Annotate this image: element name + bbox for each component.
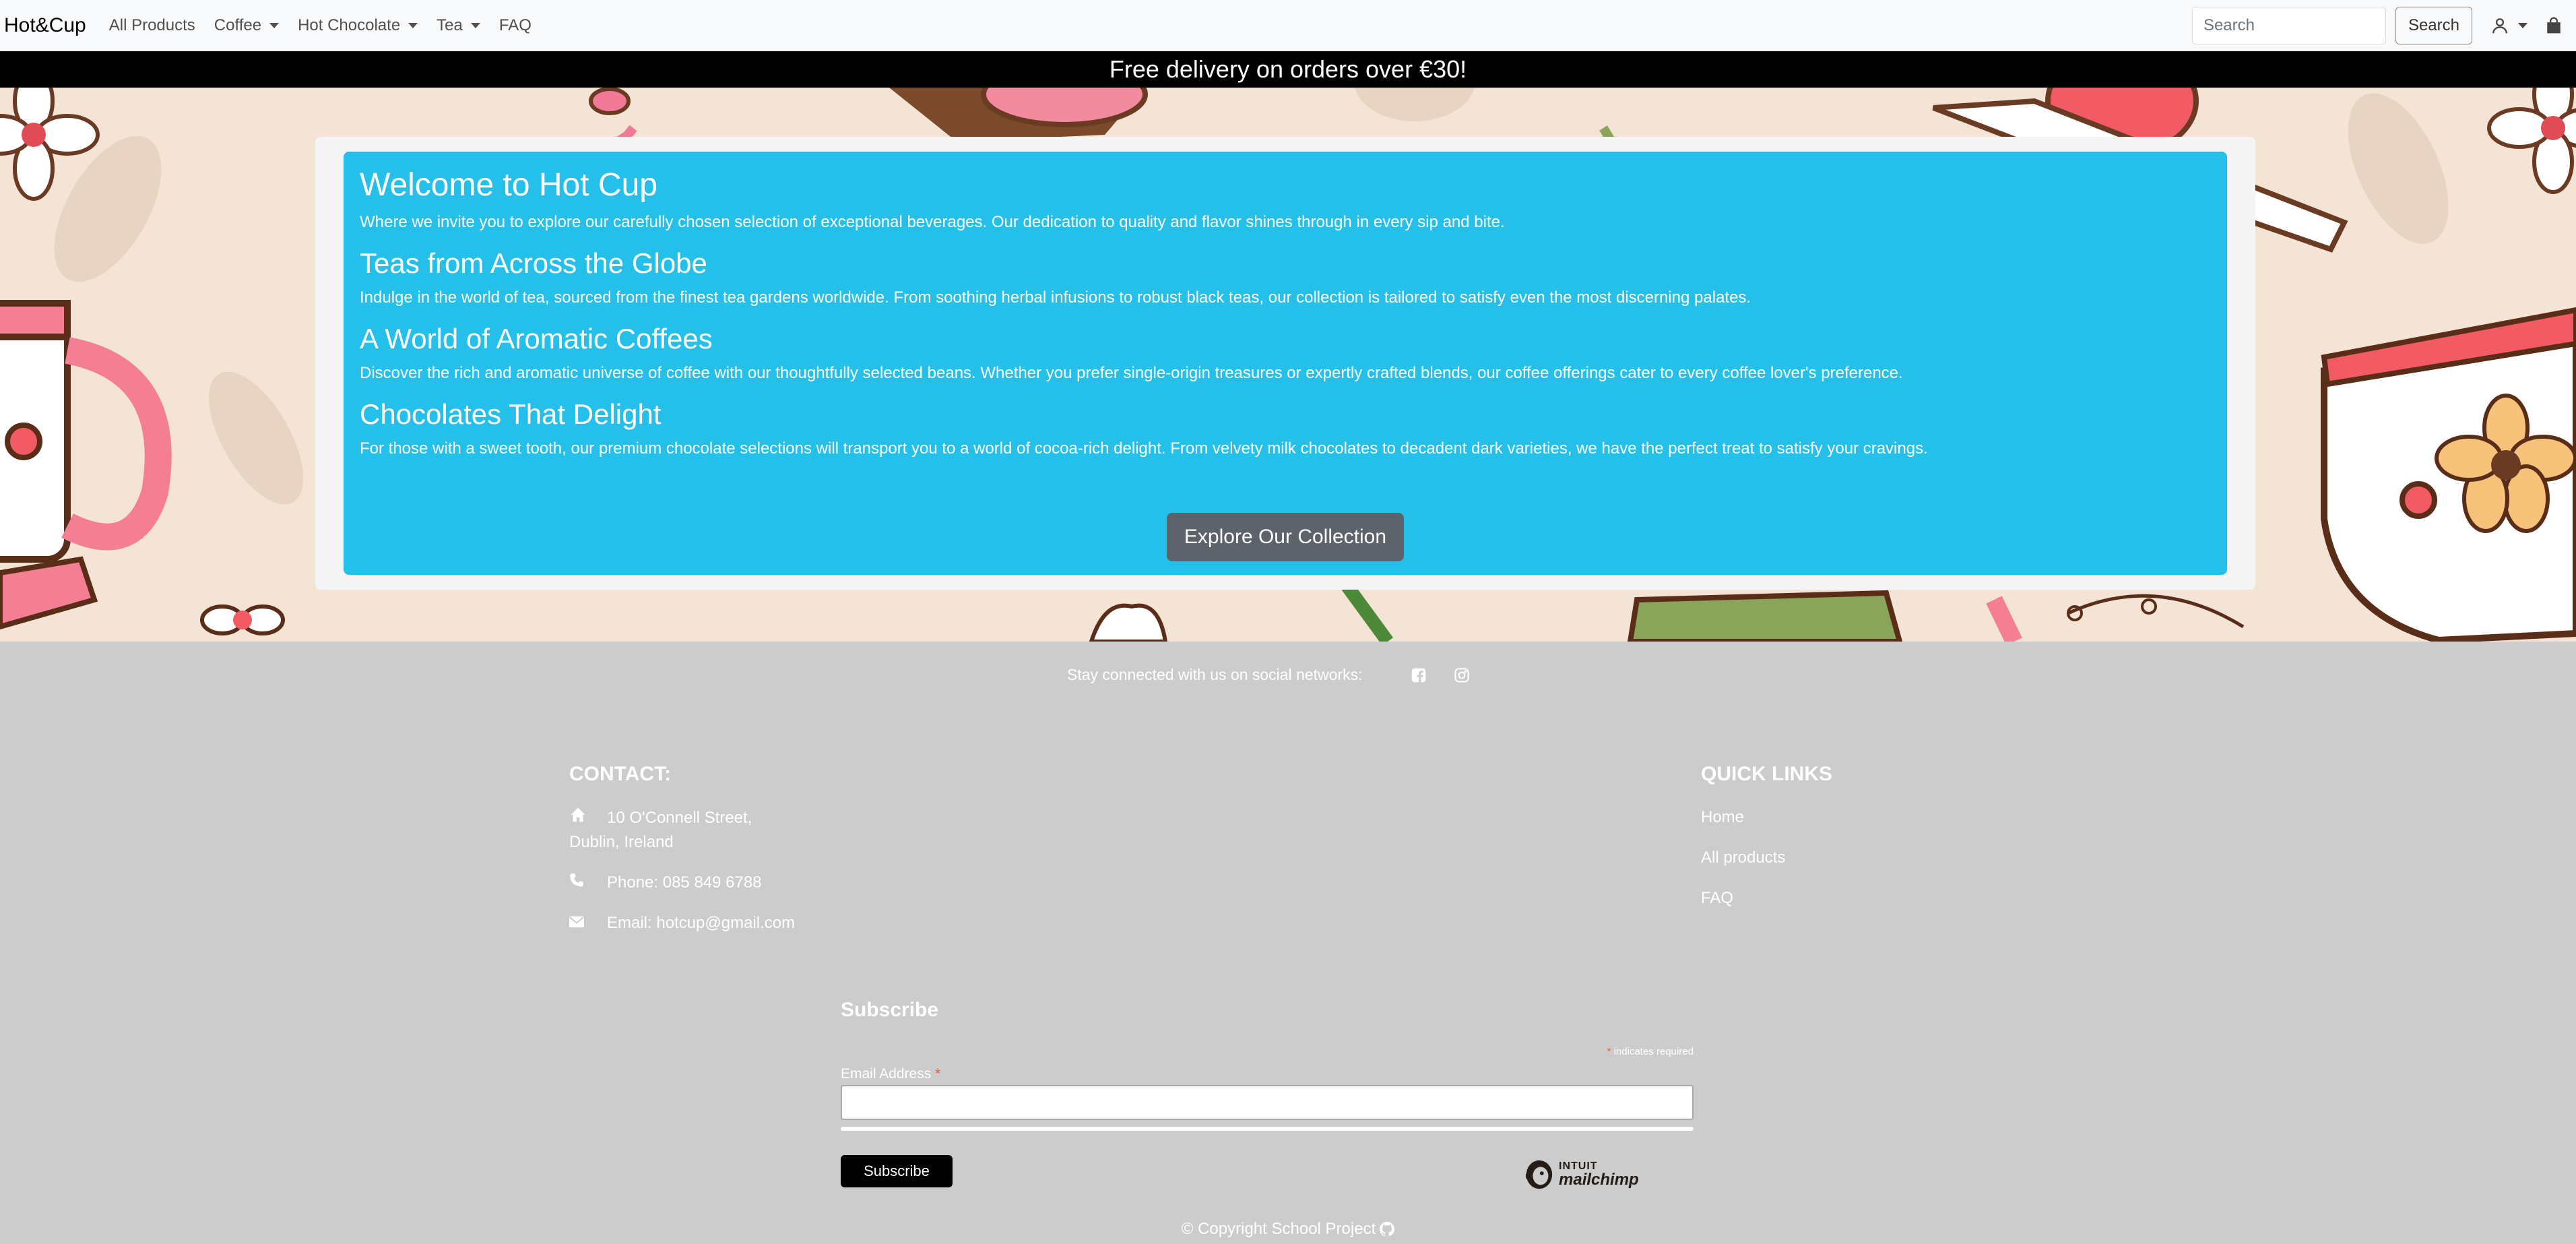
contact-title: CONTACT: [569,763,672,785]
chocolates-text: For those with a sweet tooth, our premiu… [360,439,1928,458]
explore-collection-button[interactable]: Explore Our Collection [1167,513,1404,561]
github-icon [1380,1222,1395,1237]
phone-icon [569,871,607,895]
subscribe-button[interactable]: Subscribe [841,1155,953,1187]
nav-coffee-dropdown[interactable]: Coffee [214,15,280,35]
email-address-input[interactable] [841,1085,1694,1120]
cart-button[interactable] [2545,17,2563,34]
nav-coffee-label: Coffee [214,15,262,34]
copyright-line: © Copyright School Project [0,1220,2576,1239]
caret-down-icon [470,22,480,28]
address-line-2: Dublin, Ireland [569,833,674,851]
nav-hot-chocolate-label: Hot Chocolate [298,15,401,34]
contact-phone: Phone: 085 849 6788 [569,871,795,895]
facebook-icon [1411,668,1425,683]
instagram-link[interactable] [1454,667,1469,683]
required-star: * [1607,1046,1611,1057]
contact-address: 10 O'Connell Street, Dublin, Ireland [569,806,795,854]
coffees-heading: A World of Aromatic Coffees [360,323,713,354]
coffees-text: Discover the rich and aromatic universe … [360,364,1903,382]
promo-banner: Free delivery on orders over €30! [0,51,2576,88]
nav-right-group: Search [2191,0,2576,51]
account-dropdown[interactable] [2491,17,2527,34]
teas-text: Indulge in the world of tea, sourced fro… [360,288,1751,307]
person-icon [2492,18,2507,34]
top-navbar: Hot&Cup All Products Coffee Hot Chocolat… [0,0,2576,51]
email-label-text: Email Address [841,1066,932,1082]
subscribe-form: Subscribe * indicates required Email Add… [841,999,1694,1189]
email-required-star: * [935,1066,941,1082]
quick-link-faq[interactable]: FAQ [1701,887,1832,910]
instagram-icon [1454,667,1469,683]
nav-hot-chocolate-dropdown[interactable]: Hot Chocolate [298,16,418,35]
nav-faq[interactable]: FAQ [499,16,532,35]
chevron-down-icon [2518,23,2527,28]
caret-down-icon [408,22,418,28]
nav-all-products[interactable]: All Products [109,16,195,35]
required-note-text: indicates required [1613,1046,1694,1057]
quick-links-section: QUICK LINKS Home All products FAQ [1701,763,1832,927]
home-icon [569,806,607,830]
welcome-card: Welcome to Hot Cup Where we invite you t… [315,137,2255,590]
quick-link-all-products[interactable]: All products [1701,846,1832,869]
welcome-heading: Welcome to Hot Cup [360,167,657,203]
chocolates-heading: Chocolates That Delight [360,398,662,430]
required-note: * indicates required [1607,1046,1694,1057]
mailchimp-badge[interactable]: INTUIT mailchimp [1524,1158,1639,1191]
nav-all-products-label: All Products [108,15,195,34]
contact-section: CONTACT: 10 O'Connell Street, Dublin, Ir… [569,763,795,952]
welcome-text: Where we invite you to explore our caref… [360,213,1505,231]
copyright-text: © Copyright School Project [1181,1220,1376,1238]
brand-logo[interactable]: Hot&Cup [4,14,86,37]
github-link[interactable] [1380,1222,1395,1237]
email-label: Email Address * [841,1066,940,1082]
nav-tea-label: Tea [437,15,463,34]
hero-section: Welcome to Hot Cup Where we invite you t… [0,88,2576,642]
mailchimp-text: mailchimp [1559,1171,1639,1189]
social-text: Stay connected with us on social network… [1067,666,1363,683]
search-button[interactable]: Search [2395,7,2472,44]
quick-links-title: QUICK LINKS [1701,763,1832,785]
mailchimp-freddie-icon [1525,1160,1553,1189]
mailchimp-wordmark: INTUIT mailchimp [1559,1161,1639,1188]
contact-email: Email: hotcup@gmail.com [569,911,795,935]
address-line-1: 10 O'Connell Street, [607,809,752,827]
social-row: Stay connected with us on social network… [1067,666,1469,684]
shopping-bag-icon [2547,17,2561,34]
subscribe-title: Subscribe [841,999,939,1021]
phone-text: Phone: 085 849 6788 [607,873,762,892]
teas-heading: Teas from Across the Globe [360,247,707,279]
facebook-link[interactable] [1411,668,1426,683]
envelope-icon [569,911,607,935]
address-text: 10 O'Connell Street, Dublin, Ireland [569,806,752,854]
search-input[interactable] [2191,7,2386,44]
nav-faq-label: FAQ [498,15,532,34]
nav-tea-dropdown[interactable]: Tea [437,16,480,35]
caret-down-icon [269,22,280,28]
email-text: Email: hotcup@gmail.com [607,914,796,932]
email-input-underline [841,1127,1694,1131]
quick-link-home[interactable]: Home [1701,806,1832,829]
welcome-panel: Welcome to Hot Cup Where we invite you t… [344,152,2227,575]
footer: Stay connected with us on social network… [0,642,2576,1244]
